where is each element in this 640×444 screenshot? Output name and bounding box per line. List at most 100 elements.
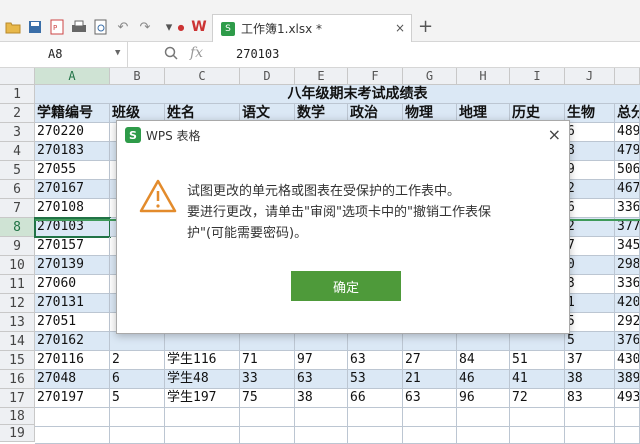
table-cell[interactable]: 72 (510, 389, 565, 408)
tab-workbook1[interactable]: S 工作簿1.xlsx * × (212, 14, 412, 42)
row-header[interactable]: 8 (0, 218, 35, 237)
column-header[interactable] (615, 68, 640, 85)
redo-icon[interactable]: ↷ (136, 18, 154, 36)
table-cell[interactable]: 270183 (35, 142, 110, 161)
table-cell[interactable]: 270131 (35, 294, 110, 313)
table-cell[interactable]: 83 (565, 389, 615, 408)
table-cell[interactable]: 336 (615, 275, 640, 294)
undo-icon[interactable]: ↶ (114, 18, 132, 36)
table-cell[interactable]: 5 (565, 332, 615, 351)
table-cell[interactable]: 2 (565, 180, 615, 199)
header-cell[interactable]: 学籍编号 (35, 104, 110, 123)
chevron-down-icon[interactable]: ▼ (115, 48, 120, 58)
table-cell[interactable]: 学生116 (165, 351, 240, 370)
table-cell[interactable]: 27 (403, 351, 457, 370)
column-header[interactable]: B (110, 68, 165, 85)
table-cell[interactable]: 270116 (35, 351, 110, 370)
table-cell[interactable]: 41 (510, 370, 565, 389)
row-header[interactable]: 1 (0, 85, 35, 104)
column-header[interactable]: H (457, 68, 510, 85)
table-cell[interactable]: 71 (240, 351, 295, 370)
table-cell[interactable] (240, 425, 295, 444)
table-cell[interactable]: 420 (615, 294, 640, 313)
table-cell[interactable] (510, 408, 565, 427)
row-header[interactable]: 16 (0, 370, 35, 389)
table-cell[interactable]: 3 (565, 275, 615, 294)
close-icon[interactable]: × (548, 125, 561, 144)
table-cell[interactable]: 376 (615, 332, 640, 351)
print-preview-icon[interactable] (92, 18, 110, 36)
table-cell[interactable]: 467 (615, 180, 640, 199)
ok-button[interactable]: 确定 (291, 271, 401, 301)
table-cell[interactable]: 38 (295, 389, 348, 408)
column-header[interactable]: F (348, 68, 403, 85)
table-cell[interactable]: 270220 (35, 123, 110, 142)
table-cell[interactable]: 493 (615, 389, 640, 408)
table-cell[interactable] (110, 425, 165, 444)
column-header[interactable]: D (240, 68, 295, 85)
row-header[interactable]: 18 (0, 408, 35, 425)
table-cell[interactable]: 53 (348, 370, 403, 389)
table-cell[interactable] (510, 425, 565, 444)
row-header[interactable]: 5 (0, 161, 35, 180)
table-cell[interactable]: 96 (457, 389, 510, 408)
wps-w-icon[interactable]: W (190, 18, 208, 36)
formula-input[interactable]: 270103 (236, 47, 279, 61)
zoom-search-icon[interactable] (164, 46, 178, 64)
table-cell[interactable]: 63 (348, 351, 403, 370)
table-cell[interactable] (240, 408, 295, 427)
table-cell[interactable]: 75 (240, 389, 295, 408)
table-cell[interactable] (295, 408, 348, 427)
table-cell[interactable] (510, 332, 565, 351)
table-cell[interactable] (295, 425, 348, 444)
open-folder-icon[interactable] (4, 18, 22, 36)
table-cell[interactable]: 9 (565, 161, 615, 180)
table-cell[interactable]: 506 (615, 161, 640, 180)
table-cell[interactable] (615, 408, 640, 427)
row-header[interactable]: 2 (0, 104, 35, 123)
table-cell[interactable] (348, 332, 403, 351)
print-icon[interactable] (70, 18, 88, 36)
table-cell[interactable]: 84 (457, 351, 510, 370)
table-cell[interactable]: 学生197 (165, 389, 240, 408)
table-cell[interactable]: 7 (565, 237, 615, 256)
table-cell[interactable]: 学生48 (165, 370, 240, 389)
row-header[interactable]: 11 (0, 275, 35, 294)
column-header[interactable]: A (35, 68, 110, 85)
table-cell[interactable]: 298 (615, 256, 640, 275)
table-cell[interactable] (165, 332, 240, 351)
row-header[interactable]: 3 (0, 123, 35, 142)
table-cell[interactable] (165, 408, 240, 427)
export-pdf-icon[interactable]: P (48, 18, 66, 36)
table-cell[interactable]: 345 (615, 237, 640, 256)
table-cell[interactable] (295, 332, 348, 351)
sheet-title-cell[interactable]: 八年级期末考试成绩表 (35, 85, 640, 104)
table-cell[interactable]: 292 (615, 313, 640, 332)
table-cell[interactable] (110, 408, 165, 427)
table-cell[interactable] (457, 408, 510, 427)
row-header[interactable]: 10 (0, 256, 35, 275)
table-cell[interactable]: 46 (457, 370, 510, 389)
column-header[interactable]: E (295, 68, 348, 85)
table-cell[interactable] (565, 425, 615, 444)
table-cell[interactable]: 27048 (35, 370, 110, 389)
table-cell[interactable]: 270167 (35, 180, 110, 199)
table-cell[interactable]: 6 (110, 370, 165, 389)
table-cell[interactable]: 27051 (35, 313, 110, 332)
function-icon[interactable]: fx (190, 45, 203, 61)
table-cell[interactable]: 8 (565, 142, 615, 161)
table-cell[interactable]: 37 (565, 351, 615, 370)
table-cell[interactable] (615, 425, 640, 444)
table-cell[interactable]: 0 (565, 256, 615, 275)
table-cell[interactable]: 1 (565, 294, 615, 313)
table-cell[interactable]: 389 (615, 370, 640, 389)
table-cell[interactable] (348, 425, 403, 444)
table-cell[interactable]: 51 (510, 351, 565, 370)
table-cell[interactable]: 5 (110, 389, 165, 408)
table-cell[interactable]: 38 (565, 370, 615, 389)
column-header[interactable]: J (565, 68, 615, 85)
table-cell[interactable] (110, 332, 165, 351)
table-cell[interactable] (240, 332, 295, 351)
table-cell[interactable]: 97 (295, 351, 348, 370)
column-header[interactable]: I (510, 68, 565, 85)
